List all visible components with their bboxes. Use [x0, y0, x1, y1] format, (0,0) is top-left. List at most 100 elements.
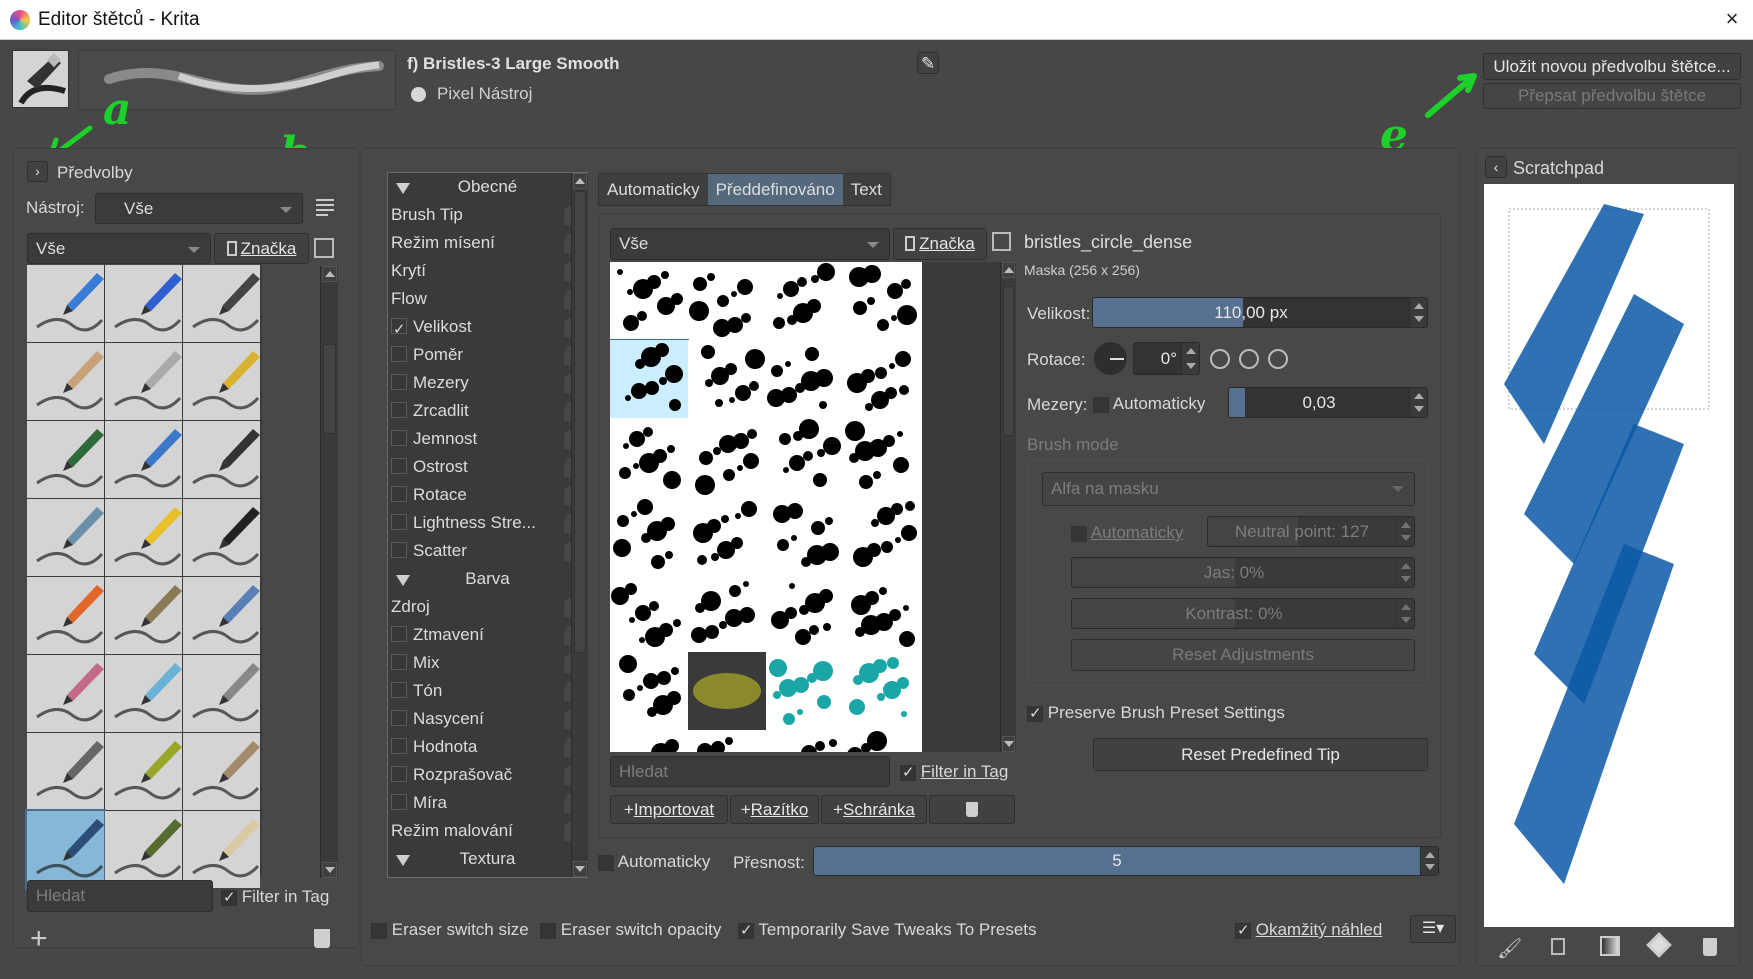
- edit-preset-name-button[interactable]: ✎: [917, 52, 939, 74]
- brush-tip-tile[interactable]: [766, 340, 844, 418]
- preset-tile[interactable]: [105, 655, 182, 732]
- brush-mode-select[interactable]: Alfa na masku: [1042, 472, 1415, 506]
- add-preset-icon[interactable]: +: [30, 924, 48, 954]
- neutral-point-slider[interactable]: Neutral point: 127: [1207, 516, 1415, 547]
- brush-tip-tile[interactable]: [688, 262, 766, 340]
- preset-tile[interactable]: [105, 265, 182, 342]
- preset-tile[interactable]: [183, 655, 260, 732]
- brush-tip-tile[interactable]: [844, 652, 922, 730]
- brush-tip-tile[interactable]: [688, 730, 766, 752]
- expand-triangle-icon[interactable]: [396, 183, 410, 194]
- brush-tip-tile[interactable]: [844, 340, 922, 418]
- clear-scratchpad-icon[interactable]: [1703, 938, 1717, 956]
- tip-tag-select[interactable]: Vše: [610, 228, 890, 260]
- rotation-spinbox[interactable]: 0°: [1133, 342, 1200, 375]
- scratchpad-canvas[interactable]: [1484, 184, 1734, 927]
- reset-predefined-tip-button[interactable]: Reset Predefined Tip: [1093, 738, 1428, 771]
- preset-search-input[interactable]: Hledat: [27, 880, 213, 912]
- settings-item-checkbox[interactable]: [391, 458, 407, 475]
- settings-item-checkbox[interactable]: [391, 346, 407, 363]
- import-tip-button[interactable]: +Importovat: [610, 795, 728, 824]
- brush-tip-tile[interactable]: [766, 574, 844, 652]
- preset-tile[interactable]: [105, 343, 182, 420]
- tag-import-icon[interactable]: [314, 238, 334, 258]
- preset-tile[interactable]: [183, 265, 260, 342]
- preset-tile[interactable]: [27, 733, 104, 810]
- brush-tip-tile[interactable]: [688, 496, 766, 574]
- brush-tip-tile[interactable]: [766, 652, 844, 730]
- settings-item-checkbox[interactable]: [391, 710, 407, 727]
- tab-predefined[interactable]: Předdefinováno: [707, 174, 843, 205]
- settings-section-header[interactable]: Textura: [388, 845, 587, 873]
- rotation-preset-icon-2[interactable]: [1239, 349, 1259, 369]
- settings-item-checkbox[interactable]: [391, 766, 407, 783]
- options-menu-button[interactable]: ☰▾: [1410, 915, 1456, 943]
- temp-save-checkbox[interactable]: [738, 921, 754, 939]
- brush-fill-icon[interactable]: 🖌: [1497, 936, 1522, 961]
- settings-item-checkbox[interactable]: [391, 794, 407, 811]
- brush-tip-tile[interactable]: [610, 339, 689, 419]
- settings-item-checkbox[interactable]: [391, 402, 407, 419]
- preserve-checkbox[interactable]: [1027, 704, 1043, 722]
- tip-filter-in-tag-checkbox[interactable]: [900, 763, 916, 781]
- save-new-preset-button[interactable]: Uložit novou předvolbu štětce...: [1483, 53, 1741, 80]
- brush-tip-tile[interactable]: [688, 652, 766, 730]
- settings-item-checkbox[interactable]: [391, 374, 407, 391]
- spacing-auto-checkbox[interactable]: [1093, 396, 1109, 413]
- settings-section-header[interactable]: Obecné: [388, 173, 587, 201]
- delete-preset-icon[interactable]: [314, 929, 330, 948]
- preset-tag-select[interactable]: Vše: [27, 233, 211, 264]
- settings-item[interactable]: Brush Tip: [388, 201, 587, 229]
- brush-tip-tile[interactable]: [844, 262, 922, 340]
- tip-search-input[interactable]: Hledat: [610, 756, 890, 787]
- brush-tip-tile[interactable]: [844, 730, 922, 752]
- tab-automatic[interactable]: Automaticky: [599, 174, 708, 205]
- eraser-opacity-checkbox[interactable]: [540, 922, 556, 939]
- brush-tip-tile[interactable]: [844, 418, 922, 496]
- settings-list-scrollbar[interactable]: [571, 173, 588, 877]
- brush-tip-tile[interactable]: [610, 652, 688, 730]
- brush-tip-tile[interactable]: [688, 574, 766, 652]
- settings-item-checkbox[interactable]: [391, 514, 407, 531]
- brush-tip-tile[interactable]: [688, 418, 766, 496]
- settings-item[interactable]: Režim malování: [388, 817, 587, 845]
- eraser-size-checkbox[interactable]: [371, 922, 387, 939]
- settings-item-checkbox[interactable]: [391, 682, 407, 699]
- settings-item[interactable]: Jemnost: [388, 425, 587, 453]
- preset-tile[interactable]: [27, 265, 104, 342]
- temp-save-tweaks[interactable]: Temporarily Save Tweaks To Presets: [738, 920, 1037, 940]
- eraser-switch-opacity[interactable]: Eraser switch opacity: [540, 920, 721, 940]
- preset-tile[interactable]: [183, 811, 260, 888]
- settings-item-checkbox[interactable]: [391, 738, 407, 755]
- brush-tip-tile[interactable]: [766, 262, 844, 340]
- preset-tile[interactable]: [183, 499, 260, 576]
- settings-item[interactable]: Hodnota: [388, 733, 587, 761]
- clipboard-tip-button[interactable]: +Schránka: [821, 795, 927, 824]
- preset-tile[interactable]: [105, 811, 182, 888]
- settings-item[interactable]: Zrcadlit: [388, 397, 587, 425]
- settings-section-header[interactable]: Barva: [388, 565, 587, 593]
- settings-item-checkbox[interactable]: [391, 486, 407, 503]
- settings-item-checkbox[interactable]: [391, 316, 407, 344]
- preset-tile[interactable]: [105, 499, 182, 576]
- preset-tile[interactable]: [105, 577, 182, 654]
- preset-tile[interactable]: [27, 655, 104, 732]
- preset-tile[interactable]: [27, 343, 104, 420]
- tab-text[interactable]: Text: [843, 174, 890, 205]
- settings-item[interactable]: Režim mísení: [388, 229, 587, 257]
- brightness-slider[interactable]: Jas: 0%: [1071, 557, 1415, 588]
- preset-tile[interactable]: [25, 809, 106, 890]
- rotation-preset-icon-3[interactable]: [1268, 349, 1288, 369]
- stamp-tip-button[interactable]: +Razítko: [730, 795, 819, 824]
- expand-triangle-icon[interactable]: [396, 575, 410, 586]
- precision-auto[interactable]: Automaticky: [598, 852, 710, 872]
- spacing-slider[interactable]: 0,03: [1228, 387, 1428, 418]
- preset-tile[interactable]: [183, 343, 260, 420]
- settings-item[interactable]: Mezery: [388, 369, 587, 397]
- view-menu-icon[interactable]: [316, 199, 334, 216]
- settings-item-checkbox[interactable]: [391, 654, 407, 671]
- settings-item[interactable]: Krytí: [388, 257, 587, 285]
- settings-item[interactable]: Nasycení: [388, 705, 587, 733]
- size-slider[interactable]: 110,00 px: [1092, 297, 1428, 328]
- gradient-fill-icon[interactable]: [1600, 936, 1620, 956]
